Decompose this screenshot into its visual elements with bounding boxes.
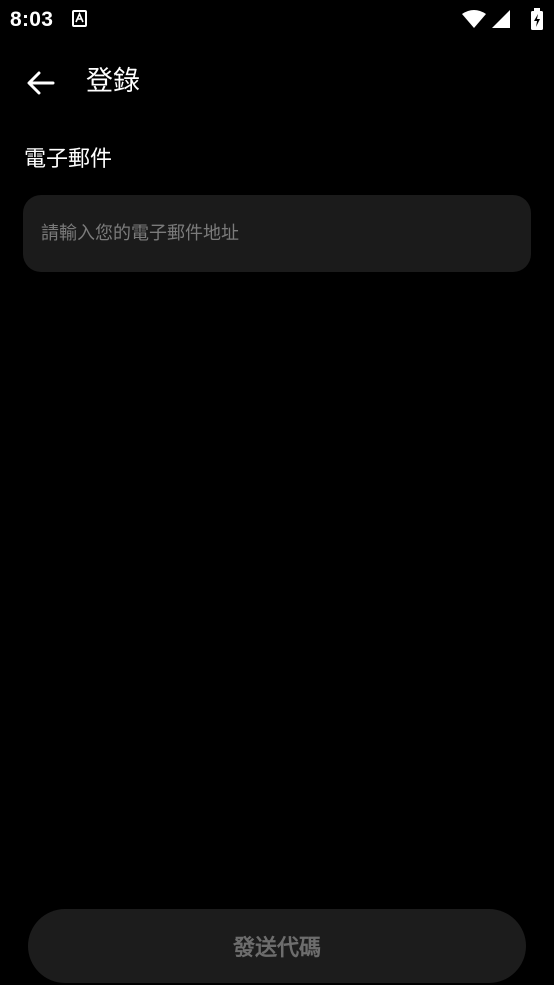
login-screen: 8:03 登錄 電子郵件 請輸入您的電子郵件地址 發送代碼	[0, 0, 554, 985]
send-code-button[interactable]: 發送代碼	[28, 909, 526, 983]
font-a-icon	[72, 10, 87, 27]
battery-charging-icon	[531, 8, 543, 30]
status-time: 8:03	[10, 8, 54, 31]
send-code-label: 發送代碼	[232, 936, 321, 961]
page-title: 登錄	[86, 66, 140, 97]
back-button[interactable]	[20, 62, 62, 104]
email-input[interactable]	[41, 195, 511, 272]
app-bar: 登錄	[0, 50, 554, 116]
wifi-icon	[462, 10, 486, 28]
email-label: 電子郵件	[24, 147, 113, 172]
status-bar: 8:03	[0, 0, 554, 38]
cellular-signal-icon	[492, 10, 510, 28]
email-field[interactable]	[23, 195, 531, 272]
arrow-back-icon	[27, 71, 55, 95]
